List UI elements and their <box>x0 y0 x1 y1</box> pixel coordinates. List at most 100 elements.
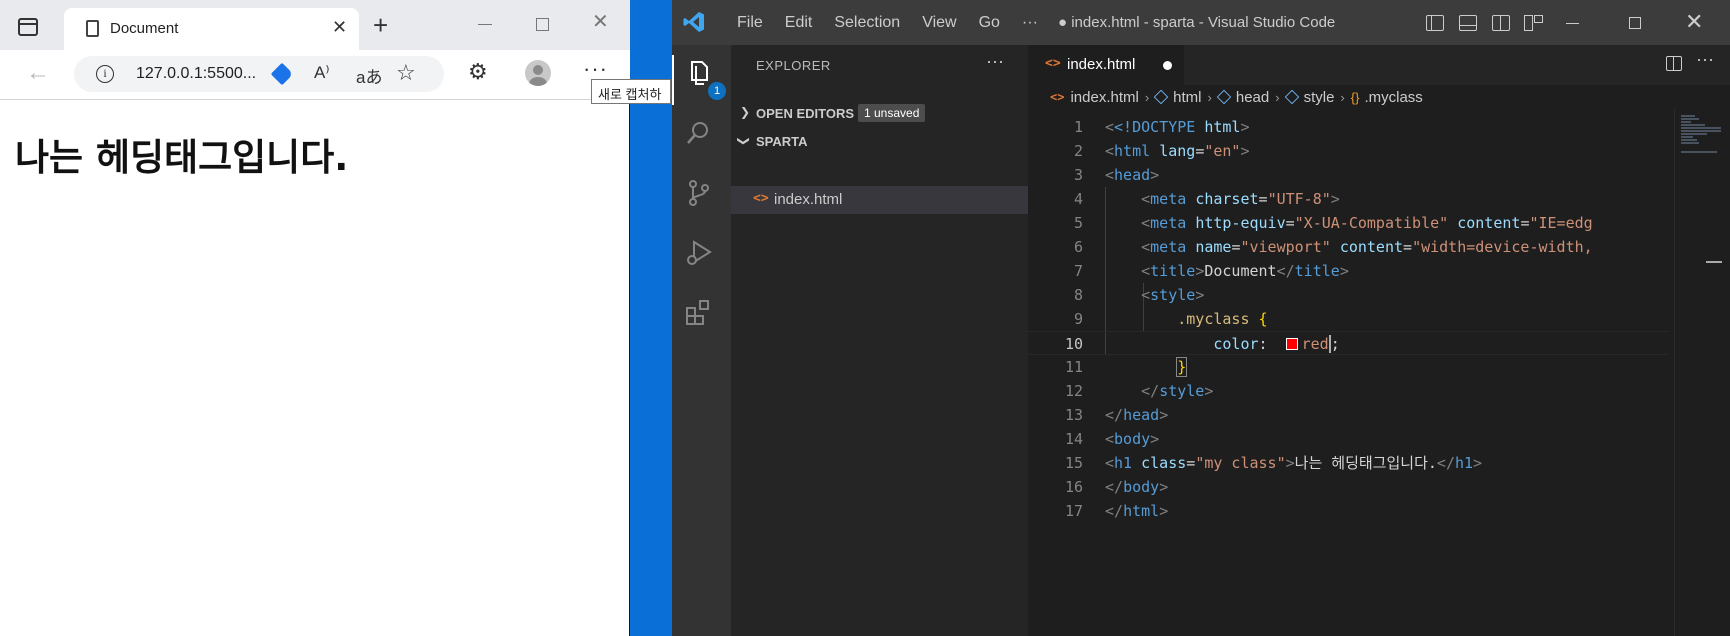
editor-tab[interactable]: <> index.html <box>1028 45 1184 85</box>
minimap-line <box>1681 121 1691 123</box>
toggle-sidebar-icon[interactable] <box>1426 15 1444 31</box>
line-number: 8 <box>1073 286 1083 304</box>
code-line: 11 } <box>1028 355 1668 379</box>
color-swatch[interactable] <box>1285 338 1298 350</box>
add-favorite-icon[interactable]: ☆ <box>396 60 416 86</box>
split-editor-icon[interactable] <box>1666 56 1682 71</box>
minimap[interactable] <box>1674 109 1730 636</box>
toggle-secondary-sidebar-icon[interactable] <box>1492 15 1510 31</box>
explorer-badge: 1 <box>708 82 726 100</box>
read-aloud-icon[interactable]: A⁾ <box>314 63 330 83</box>
scrollbar-cursor-marker <box>1706 261 1722 263</box>
menu-more[interactable]: ··· <box>1011 0 1049 45</box>
line-number: 10 <box>1064 335 1083 353</box>
breadcrumb-html[interactable]: html <box>1153 89 1202 106</box>
activity-bar: 1 <box>672 45 731 636</box>
menu-selection[interactable]: Selection <box>823 0 911 45</box>
extensions-icon[interactable] <box>684 298 718 332</box>
folder-section[interactable]: ❯ SPARTA <box>731 128 1028 154</box>
browser-tab[interactable]: Document ✕ <box>64 8 359 50</box>
chevron-right-icon: › <box>1207 89 1212 105</box>
maximize-icon[interactable] <box>1629 17 1641 29</box>
translate-icon[interactable]: aあ <box>356 63 382 88</box>
back-icon[interactable]: ← <box>26 59 50 87</box>
close-window-icon[interactable]: ✕ <box>1685 10 1703 34</box>
explorer-sidebar: EXPLORER ··· ❯ OPEN EDITORS 1 unsaved ❯ … <box>731 45 1028 636</box>
title-bar: File Edit Selection View Go ··· ● index.… <box>672 0 1730 45</box>
file-name: index.html <box>774 191 843 208</box>
menu-file[interactable]: File <box>726 0 774 45</box>
editor-tab-name: index.html <box>1067 56 1136 73</box>
code-line: 2 <html lang="en"> <box>1028 139 1668 163</box>
chevron-right-icon: › <box>1144 89 1150 105</box>
url-text[interactable]: 127.0.0.1:5500... <box>136 65 256 83</box>
minimap-line <box>1681 133 1707 135</box>
menu-edit[interactable]: Edit <box>774 0 824 45</box>
line-number: 15 <box>1064 454 1083 472</box>
menu-go[interactable]: Go <box>968 0 1011 45</box>
minimap-line <box>1681 151 1717 153</box>
address-bar[interactable]: i 127.0.0.1:5500... A⁾ aあ ☆ <box>74 56 444 92</box>
editor-tab-bar: <> index.html ··· <box>1028 45 1730 85</box>
profile-avatar[interactable] <box>525 60 551 86</box>
chevron-down-icon: ❯ <box>737 135 752 147</box>
breadcrumb-selector[interactable]: {} .myclass <box>1351 89 1423 106</box>
editor-area: <> index.html ··· <> index.html › html › … <box>1028 45 1730 636</box>
close-tab-icon[interactable]: ✕ <box>332 17 347 37</box>
minimize-icon[interactable] <box>478 24 492 25</box>
unsaved-dot-icon[interactable] <box>1163 61 1172 70</box>
unsaved-badge: 1 unsaved <box>858 104 926 122</box>
maximize-icon[interactable] <box>536 18 549 31</box>
editor-more-icon[interactable]: ··· <box>1696 49 1714 70</box>
active-indicator <box>672 55 674 105</box>
coupon-tag-icon[interactable] <box>270 62 294 86</box>
browser-toolbar: ← i 127.0.0.1:5500... A⁾ aあ ☆ ⚙ ··· <box>0 50 630 100</box>
minimap-line <box>1681 118 1699 120</box>
menu-bar: File Edit Selection View Go ··· <box>726 0 1049 45</box>
code-line: 13 </head> <box>1028 403 1668 427</box>
toggle-panel-icon[interactable] <box>1459 15 1477 31</box>
breadcrumb-label: head <box>1235 88 1270 106</box>
line-number: 4 <box>1073 190 1083 208</box>
browser-tab-bar: Document ✕ + ✕ <box>0 0 630 50</box>
html-file-icon: <> <box>1045 56 1061 71</box>
site-info-icon[interactable]: i <box>96 65 114 83</box>
open-editors-section[interactable]: ❯ OPEN EDITORS 1 unsaved <box>731 100 1028 126</box>
document-icon <box>86 20 99 37</box>
open-editors-label: OPEN EDITORS <box>756 106 855 121</box>
line-number: 16 <box>1064 478 1083 496</box>
extensions-icon[interactable]: ⚙ <box>468 60 488 84</box>
menu-view[interactable]: View <box>911 0 967 45</box>
html-file-icon: <> <box>753 191 769 206</box>
line-number: 1 <box>1073 118 1083 136</box>
code-line: 16 </body> <box>1028 475 1668 499</box>
new-tab-icon[interactable]: + <box>373 12 388 38</box>
selector-icon: {} <box>1350 89 1360 105</box>
file-item[interactable]: <> index.html <box>731 186 1028 214</box>
browser-window: Document ✕ + ✕ ← i 127.0.0.1:5500... A⁾ … <box>0 0 671 636</box>
code-editor[interactable]: 1 <<!DOCTYPE html> 2 <html lang="en"> 3 <he… <box>1028 115 1730 625</box>
search-icon[interactable] <box>684 118 718 152</box>
breadcrumb-style[interactable]: style <box>1284 88 1335 106</box>
breadcrumb-head[interactable]: head <box>1216 88 1270 106</box>
minimap-line <box>1681 115 1695 117</box>
customize-layout-icon[interactable] <box>1524 15 1543 31</box>
breadcrumb: <> index.html › html › head › style › {}.… <box>1028 85 1730 109</box>
sidebar-toggle-icon[interactable] <box>18 18 38 36</box>
line-number: 17 <box>1064 502 1083 520</box>
code-line: 5 <meta http-equiv="X-UA-Compatible" con… <box>1028 211 1668 235</box>
breadcrumb-label: style <box>1303 88 1335 106</box>
explorer-icon[interactable]: 1 <box>684 58 726 100</box>
element-icon <box>1153 89 1169 105</box>
window-title: ● index.html - sparta - Visual Studio Co… <box>1058 14 1336 31</box>
source-control-icon[interactable] <box>684 178 718 212</box>
close-window-icon[interactable]: ✕ <box>592 12 609 32</box>
sidebar-title: EXPLORER <box>756 58 831 73</box>
breadcrumb-file[interactable]: <> index.html <box>1050 89 1139 106</box>
sidebar-more-icon[interactable]: ··· <box>986 51 1004 72</box>
code-line: 17 </html> <box>1028 499 1668 523</box>
run-debug-icon[interactable] <box>684 238 718 272</box>
minimize-icon[interactable] <box>1566 23 1579 24</box>
minimap-line <box>1681 136 1693 138</box>
element-icon <box>1216 89 1232 105</box>
